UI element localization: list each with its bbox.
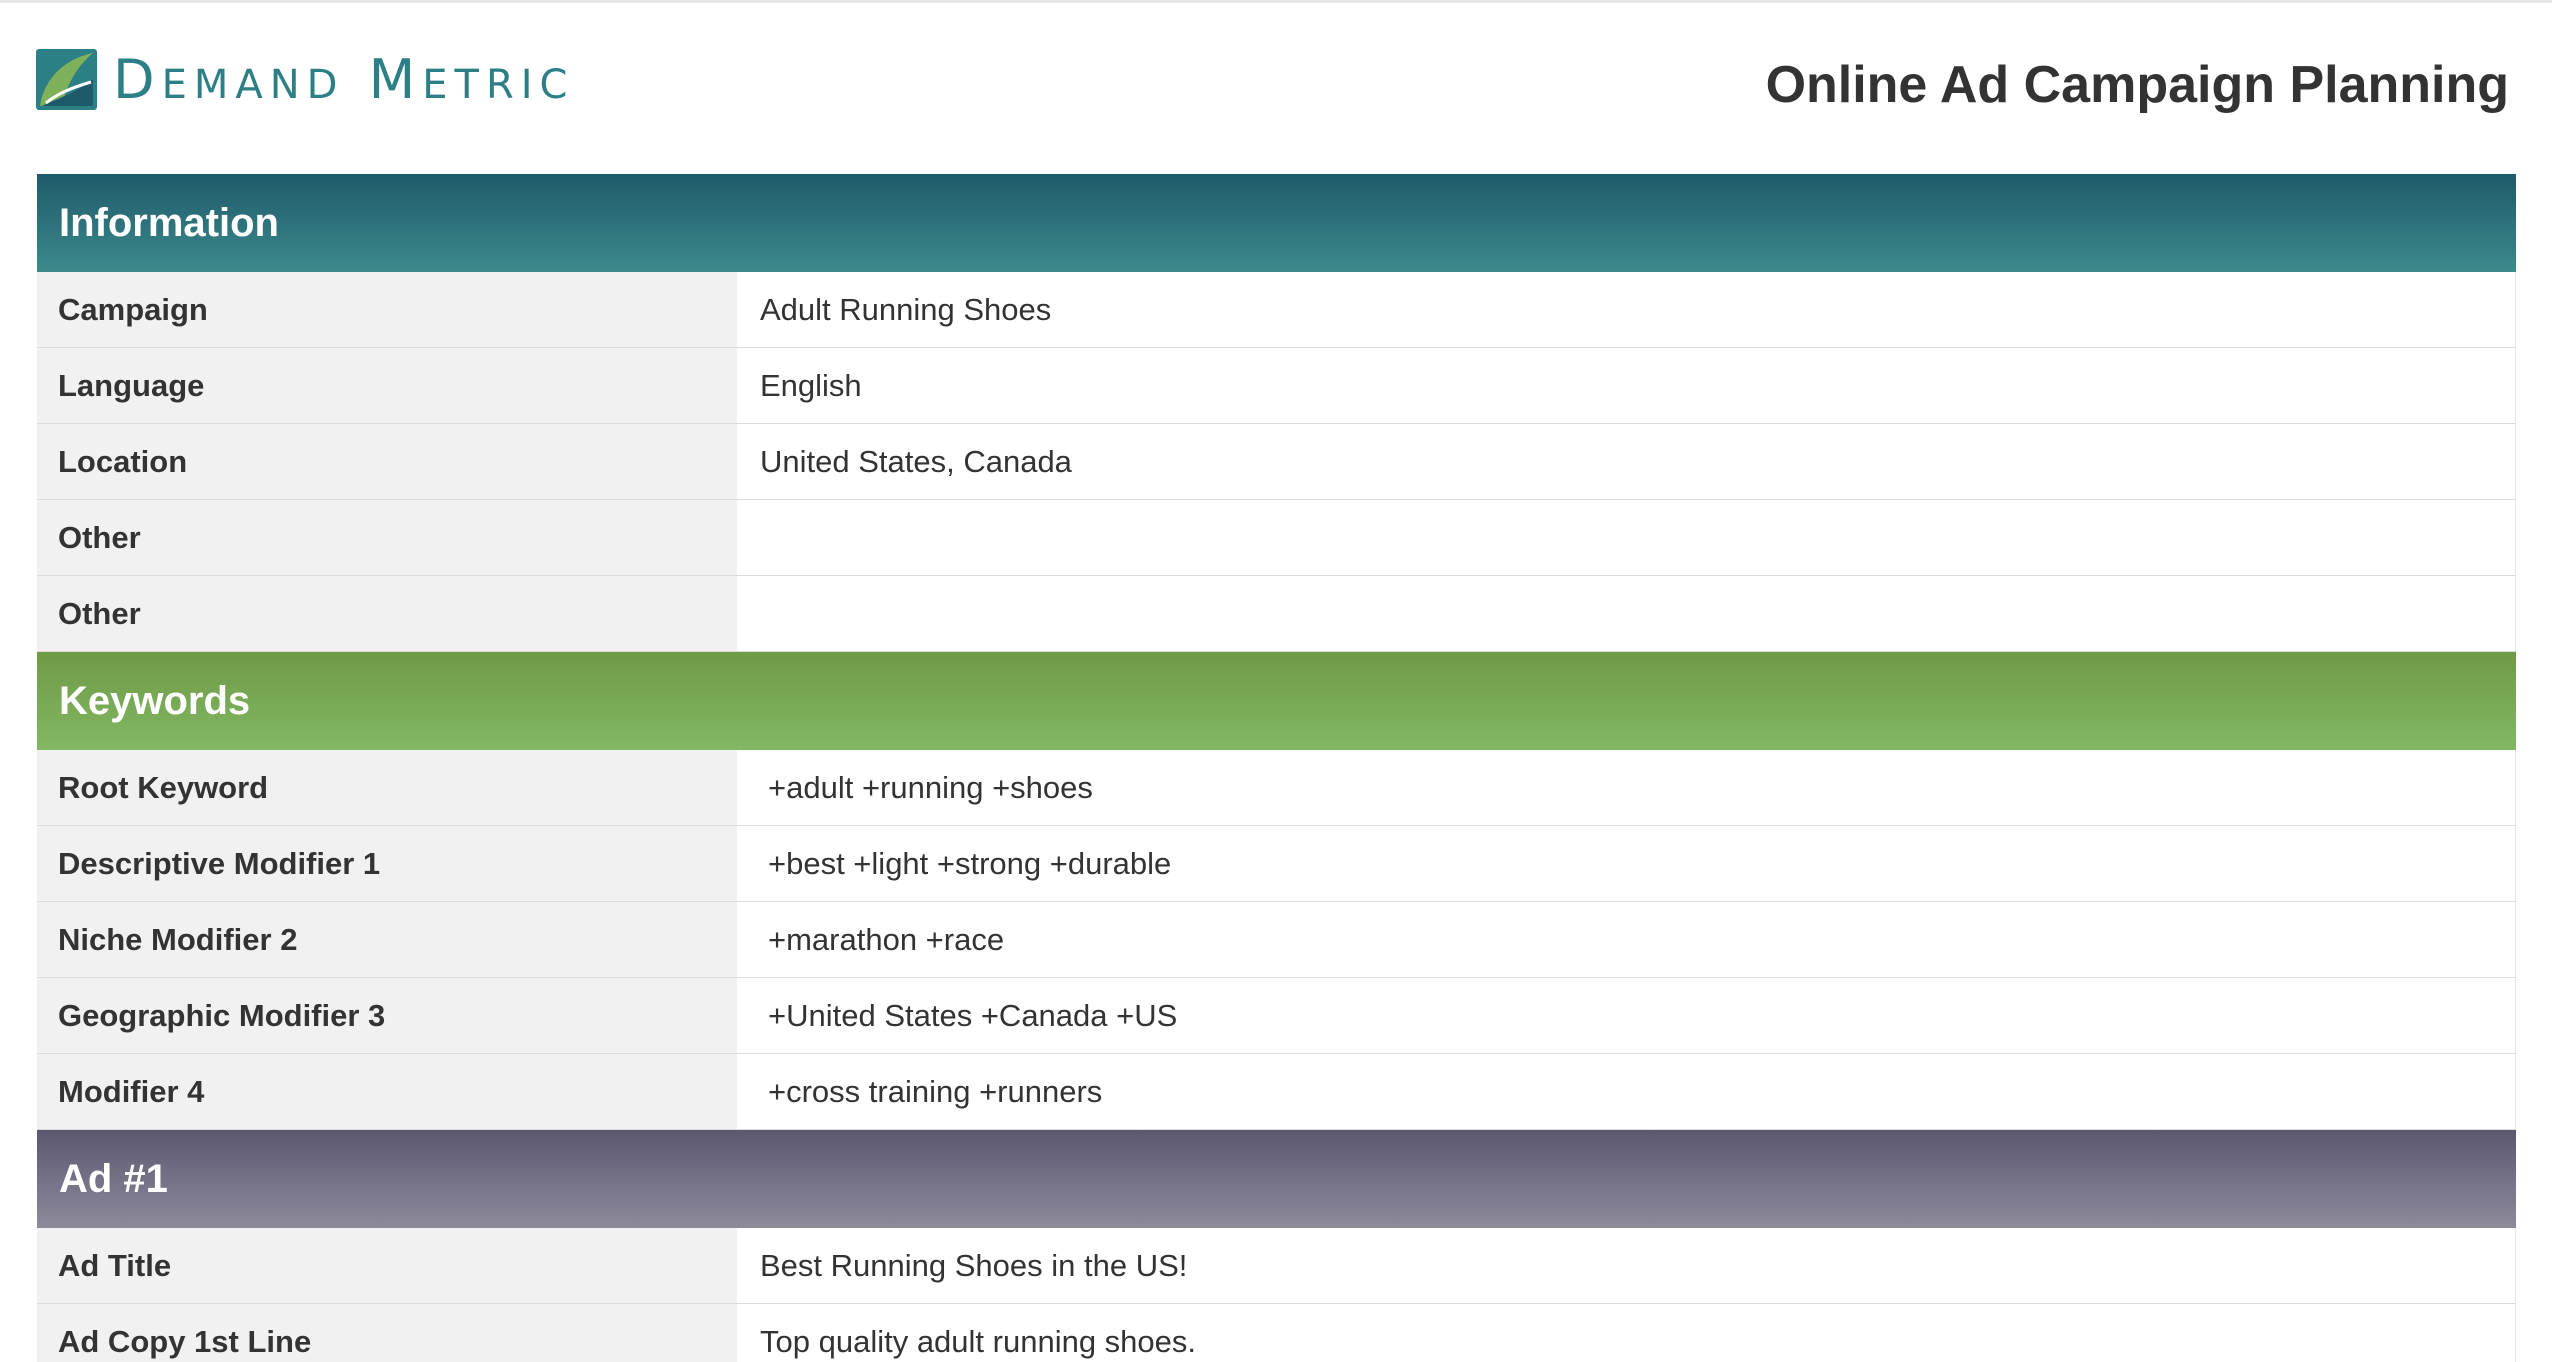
- row-label: Campaign: [37, 272, 739, 347]
- location-field[interactable]: United States, Canada: [739, 424, 2516, 499]
- language-field[interactable]: English: [739, 348, 2516, 423]
- table-row: Other: [37, 576, 2516, 652]
- row-label: Geographic Modifier 3: [37, 978, 739, 1053]
- table-row: Ad Copy 1st Line Top quality adult runni…: [37, 1304, 2516, 1362]
- table-row: Niche Modifier 2 +marathon +race: [37, 902, 2516, 978]
- other-field-2[interactable]: [739, 576, 2516, 651]
- logo-wordmark: DEMAND METRIC: [113, 52, 575, 108]
- document-page: DEMAND METRIC Online Ad Campaign Plannin…: [0, 0, 2552, 1362]
- descriptive-modifier-field[interactable]: +best +light +strong +durable: [739, 826, 2516, 901]
- table-row: Modifier 4 +cross training +runners: [37, 1054, 2516, 1130]
- ad-title-field[interactable]: Best Running Shoes in the US!: [739, 1228, 2516, 1303]
- campaign-planning-table: Information Campaign Adult Running Shoes…: [37, 174, 2516, 1362]
- row-label: Ad Title: [37, 1228, 739, 1303]
- campaign-field[interactable]: Adult Running Shoes: [739, 272, 2516, 347]
- section-header-keywords: Keywords: [37, 652, 2516, 750]
- logo-letter-d: D: [113, 47, 162, 111]
- row-label: Ad Copy 1st Line: [37, 1304, 739, 1362]
- table-row: Geographic Modifier 3 +United States +Ca…: [37, 978, 2516, 1054]
- section-header-ad-1: Ad #1: [37, 1130, 2516, 1228]
- logo-gap: [344, 48, 368, 111]
- row-label: Location: [37, 424, 739, 499]
- table-row: Location United States, Canada: [37, 424, 2516, 500]
- logo-letter-m: M: [368, 47, 423, 111]
- table-row: Language English: [37, 348, 2516, 424]
- geographic-modifier-field[interactable]: +United States +Canada +US: [739, 978, 2516, 1053]
- ad-copy-line-1-field[interactable]: Top quality adult running shoes.: [739, 1304, 2516, 1362]
- logo-mark-icon: [36, 49, 97, 110]
- section-header-information: Information: [37, 174, 2516, 272]
- page-header: DEMAND METRIC Online Ad Campaign Plannin…: [0, 3, 2552, 171]
- other-field-1[interactable]: [739, 500, 2516, 575]
- root-keyword-field[interactable]: +adult +running +shoes: [739, 750, 2516, 825]
- row-label: Modifier 4: [37, 1054, 739, 1129]
- row-label: Language: [37, 348, 739, 423]
- table-row: Ad Title Best Running Shoes in the US!: [37, 1228, 2516, 1304]
- row-label: Descriptive Modifier 1: [37, 826, 739, 901]
- row-label: Other: [37, 500, 739, 575]
- table-row: Other: [37, 500, 2516, 576]
- logo-word-emand: EMAND: [161, 61, 345, 108]
- table-row: Descriptive Modifier 1 +best +light +str…: [37, 826, 2516, 902]
- row-label: Niche Modifier 2: [37, 902, 739, 977]
- document-title: Online Ad Campaign Planning: [1765, 56, 2509, 114]
- niche-modifier-field[interactable]: +marathon +race: [739, 902, 2516, 977]
- modifier-4-field[interactable]: +cross training +runners: [739, 1054, 2516, 1129]
- table-row: Root Keyword +adult +running +shoes: [37, 750, 2516, 826]
- table-row: Campaign Adult Running Shoes: [37, 272, 2516, 348]
- demand-metric-logo: DEMAND METRIC: [36, 49, 574, 110]
- row-label: Other: [37, 576, 739, 651]
- row-label: Root Keyword: [37, 750, 739, 825]
- logo-word-etric: ETRIC: [422, 61, 575, 108]
